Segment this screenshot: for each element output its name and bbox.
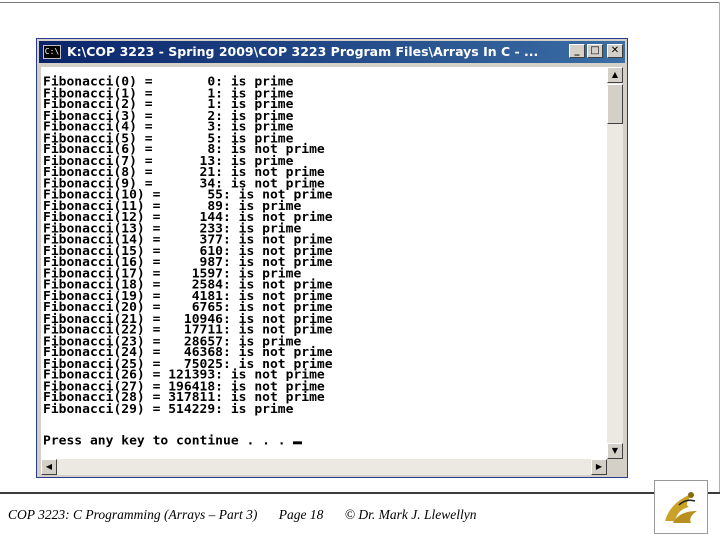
- logo-graphic: [657, 483, 705, 531]
- footer-course: COP 3223: C Programming (Arrays – Part 3…: [8, 507, 258, 522]
- vertical-scroll-thumb[interactable]: [607, 84, 623, 124]
- scroll-down-icon[interactable]: ▼: [607, 443, 623, 459]
- console-text: Fibonacci(0) = 0: is prime Fibonacci(1) =…: [41, 67, 607, 447]
- scroll-right-icon[interactable]: ▶: [591, 459, 607, 475]
- text-cursor: [293, 441, 303, 445]
- window-titlebar[interactable]: C:\ K:\COP 3223 - Spring 2009\COP 3223 P…: [39, 41, 625, 63]
- ucf-pegasus-logo-icon: [654, 480, 708, 534]
- continue-prompt: Press any key to continue . . .: [43, 433, 607, 449]
- console-icon[interactable]: C:\: [43, 45, 61, 59]
- minimize-button[interactable]: _: [569, 44, 585, 58]
- footer-page: Page 18: [278, 507, 324, 522]
- console-line: Fibonacci(29) = 514229: is prime: [43, 401, 294, 417]
- slide-top-border: [0, 2, 720, 3]
- scroll-left-icon[interactable]: ◀: [41, 459, 57, 475]
- footer-author: © Dr. Mark J. Llewellyn: [344, 507, 477, 522]
- console-output[interactable]: Fibonacci(0) = 0: is prime Fibonacci(1) =…: [41, 67, 607, 459]
- maximize-button[interactable]: □: [587, 44, 603, 58]
- console-window[interactable]: C:\ K:\COP 3223 - Spring 2009\COP 3223 P…: [36, 38, 628, 478]
- window-title: K:\COP 3223 - Spring 2009\COP 3223 Progr…: [67, 44, 539, 59]
- close-button[interactable]: ✕: [607, 44, 623, 58]
- scrollbar-corner: [607, 459, 623, 475]
- slide-footer: COP 3223: C Programming (Arrays – Part 3…: [8, 507, 495, 523]
- footer-divider: [0, 492, 720, 494]
- scroll-up-icon[interactable]: ▲: [607, 67, 623, 83]
- continue-prompt-text: Press any key to continue . . .: [43, 433, 294, 449]
- vertical-scrollbar[interactable]: ▲ ▼: [607, 67, 623, 459]
- horizontal-scrollbar[interactable]: ◀ ▶: [41, 459, 607, 475]
